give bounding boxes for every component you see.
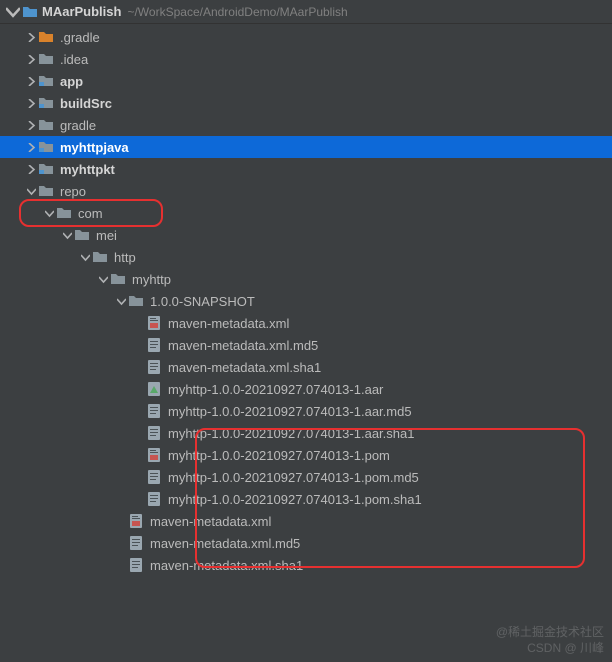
tree-row[interactable]: repo [0, 180, 612, 202]
tree-row[interactable]: mei [0, 224, 612, 246]
tree-item-label: myhttp-1.0.0-20210927.074013-1.pom [168, 448, 390, 463]
chevron-down-icon[interactable] [78, 253, 92, 262]
folder-gray-icon [38, 183, 54, 199]
tree-row[interactable]: myhttpjava [0, 136, 612, 158]
tree-item-label: repo [60, 184, 86, 199]
chevron-down-icon[interactable] [6, 5, 20, 19]
folder-gray-icon [56, 205, 72, 221]
tree-row[interactable]: .idea [0, 48, 612, 70]
xml-icon [128, 513, 144, 529]
tree-item-label: maven-metadata.xml [150, 514, 271, 529]
chevron-down-icon[interactable] [60, 231, 74, 240]
tree-row[interactable]: maven-metadata.xml.sha1 [0, 356, 612, 378]
file-icon [146, 359, 162, 375]
tree-row[interactable]: myhttp-1.0.0-20210927.074013-1.aar.sha1 [0, 422, 612, 444]
tree-row[interactable]: maven-metadata.xml [0, 510, 612, 532]
tree-item-label: gradle [60, 118, 96, 133]
tree-item-label: myhttp [132, 272, 171, 287]
tree-item-label: 1.0.0-SNAPSHOT [150, 294, 255, 309]
tree-row[interactable]: myhttpkt [0, 158, 612, 180]
tree-row[interactable]: myhttp-1.0.0-20210927.074013-1.aar [0, 378, 612, 400]
tree-item-label: buildSrc [60, 96, 112, 111]
chevron-down-icon[interactable] [96, 275, 110, 284]
chevron-right-icon[interactable] [24, 165, 38, 174]
tree-item-label: http [114, 250, 136, 265]
xml-icon [146, 447, 162, 463]
folder-gray-icon [38, 117, 54, 133]
tree-item-label: myhttp-1.0.0-20210927.074013-1.aar.md5 [168, 404, 412, 419]
folder-gray-icon [128, 293, 144, 309]
tree-row[interactable]: app [0, 70, 612, 92]
chevron-right-icon[interactable] [24, 77, 38, 86]
chevron-right-icon[interactable] [24, 99, 38, 108]
tree-item-label: maven-metadata.xml.md5 [168, 338, 318, 353]
module-icon [38, 95, 54, 111]
module-icon [38, 161, 54, 177]
project-name: MAarPublish [42, 4, 121, 19]
tree-item-label: myhttp-1.0.0-20210927.074013-1.aar.sha1 [168, 426, 414, 441]
project-folder-icon [22, 4, 38, 20]
file-icon [146, 337, 162, 353]
project-path: ~/WorkSpace/AndroidDemo/MAarPublish [127, 5, 347, 19]
tree-row[interactable]: maven-metadata.xml [0, 312, 612, 334]
tree-row[interactable]: com [0, 202, 612, 224]
folder-gray-icon [74, 227, 90, 243]
file-icon [128, 557, 144, 573]
xml-icon [146, 315, 162, 331]
chevron-down-icon[interactable] [42, 209, 56, 218]
folder-gray-icon [38, 51, 54, 67]
tree-item-label: .idea [60, 52, 88, 67]
tree-row[interactable]: maven-metadata.xml.md5 [0, 334, 612, 356]
tree-row[interactable]: myhttp-1.0.0-20210927.074013-1.pom.md5 [0, 466, 612, 488]
folder-gray-icon [110, 271, 126, 287]
project-header[interactable]: MAarPublish ~/WorkSpace/AndroidDemo/MAar… [0, 0, 612, 24]
tree-item-label: maven-metadata.xml.md5 [150, 536, 300, 551]
tree-item-label: myhttp-1.0.0-20210927.074013-1.aar [168, 382, 383, 397]
tree-item-label: myhttp-1.0.0-20210927.074013-1.pom.sha1 [168, 492, 422, 507]
tree-item-label: maven-metadata.xml.sha1 [168, 360, 321, 375]
project-tree[interactable]: .gradle .idea app buildSrc gradle myhttpjava m… [0, 24, 612, 576]
chevron-right-icon[interactable] [24, 33, 38, 42]
chevron-down-icon[interactable] [114, 297, 128, 306]
module-icon [38, 139, 54, 155]
tree-row[interactable]: myhttp [0, 268, 612, 290]
tree-item-label: myhttpjava [60, 140, 129, 155]
file-icon [146, 491, 162, 507]
tree-row[interactable]: 1.0.0-SNAPSHOT [0, 290, 612, 312]
tree-row[interactable]: buildSrc [0, 92, 612, 114]
tree-row[interactable]: maven-metadata.xml.sha1 [0, 554, 612, 576]
aar-icon [146, 381, 162, 397]
chevron-right-icon[interactable] [24, 121, 38, 130]
watermark-csdn: CSDN @ 川峰 [527, 639, 604, 656]
tree-item-label: .gradle [60, 30, 100, 45]
tree-item-label: myhttp-1.0.0-20210927.074013-1.pom.md5 [168, 470, 419, 485]
tree-row[interactable]: maven-metadata.xml.md5 [0, 532, 612, 554]
tree-item-label: maven-metadata.xml.sha1 [150, 558, 303, 573]
tree-item-label: com [78, 206, 103, 221]
file-icon [146, 425, 162, 441]
tree-row[interactable]: gradle [0, 114, 612, 136]
tree-row[interactable]: myhttp-1.0.0-20210927.074013-1.pom.sha1 [0, 488, 612, 510]
file-icon [128, 535, 144, 551]
chevron-right-icon[interactable] [24, 143, 38, 152]
chevron-down-icon[interactable] [24, 187, 38, 196]
tree-row[interactable]: .gradle [0, 26, 612, 48]
tree-item-label: app [60, 74, 83, 89]
module-icon [38, 73, 54, 89]
tree-item-label: maven-metadata.xml [168, 316, 289, 331]
watermark-juejin: @稀土掘金技术社区 [496, 623, 604, 640]
chevron-right-icon[interactable] [24, 55, 38, 64]
tree-item-label: mei [96, 228, 117, 243]
file-icon [146, 403, 162, 419]
tree-row[interactable]: myhttp-1.0.0-20210927.074013-1.pom [0, 444, 612, 466]
folder-orange-icon [38, 29, 54, 45]
tree-item-label: myhttpkt [60, 162, 115, 177]
tree-row[interactable]: http [0, 246, 612, 268]
folder-gray-icon [92, 249, 108, 265]
file-icon [146, 469, 162, 485]
tree-row[interactable]: myhttp-1.0.0-20210927.074013-1.aar.md5 [0, 400, 612, 422]
